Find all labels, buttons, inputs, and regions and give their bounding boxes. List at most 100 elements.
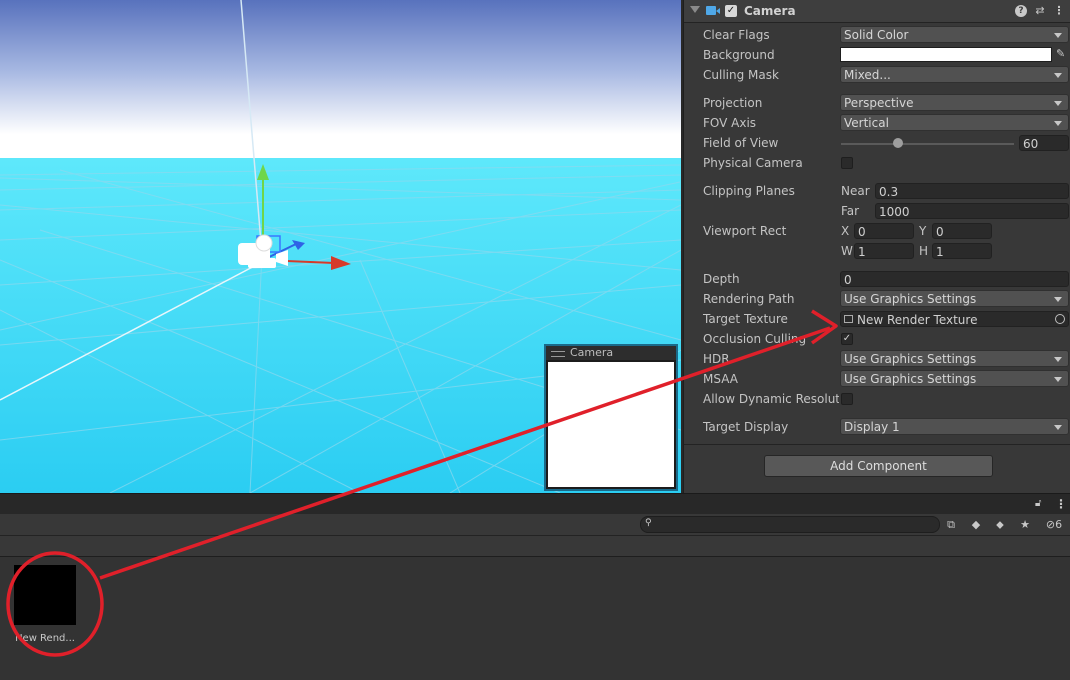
allow-dynamic-resolution-checkbox[interactable] [841, 393, 853, 405]
component-title: Camera [744, 4, 796, 18]
far-label: Far [841, 204, 860, 218]
preset-icon[interactable]: ⇄ [1034, 5, 1046, 17]
viewport-y-label: Y [919, 224, 927, 238]
projection-value: Perspective [844, 96, 914, 110]
clear-flags-label: Clear Flags [703, 28, 770, 42]
viewport-rect-label: Viewport Rect [703, 224, 787, 238]
msaa-dropdown[interactable]: Use Graphics Settings [840, 370, 1069, 387]
breadcrumb-bar [0, 536, 1070, 557]
culling-mask-label: Culling Mask [703, 68, 779, 82]
physical-camera-label: Physical Camera [703, 156, 803, 170]
clear-flags-dropdown[interactable]: Solid Color [840, 26, 1069, 43]
projection-label: Projection [703, 96, 763, 110]
near-clip-value: 0.3 [879, 185, 899, 199]
target-texture-label: Target Texture [703, 312, 788, 326]
depth-value: 0 [844, 273, 852, 287]
lock-icon[interactable]: 🔓︎ [1035, 498, 1045, 510]
far-clip-value: 1000 [879, 205, 910, 219]
background-color-field[interactable] [840, 47, 1052, 62]
clipping-planes-label: Clipping Planes [703, 184, 795, 198]
camera-preview-image [548, 362, 674, 487]
asset-grid[interactable]: New Rend... [0, 557, 1070, 680]
occlusion-culling-label: Occlusion Culling [703, 332, 807, 346]
depth-input[interactable]: 0 [840, 271, 1069, 287]
kebab-menu-icon[interactable]: ⋮ [1055, 497, 1067, 511]
eyedropper-icon[interactable]: ✎ [1056, 47, 1068, 61]
foldout-arrow-icon[interactable] [690, 6, 700, 13]
separator [684, 444, 1070, 445]
viewport-y-input[interactable]: 0 [932, 223, 992, 239]
hdr-dropdown[interactable]: Use Graphics Settings [840, 350, 1069, 367]
occlusion-culling-checkbox[interactable]: ✓ [841, 333, 853, 345]
target-texture-value: New Render Texture [857, 313, 978, 327]
msaa-value: Use Graphics Settings [844, 372, 977, 386]
sky [0, 0, 681, 158]
physical-camera-checkbox[interactable] [841, 157, 853, 169]
kebab-menu-icon[interactable]: ⋮ [1053, 5, 1065, 17]
add-component-button[interactable]: Add Component [764, 455, 993, 477]
camera-preview-window[interactable]: Camera [544, 344, 678, 491]
field-of-view-input[interactable]: 60 [1019, 135, 1069, 151]
viewport-h-label: H [919, 244, 929, 258]
depth-label: Depth [703, 272, 740, 286]
field-of-view-value: 60 [1023, 137, 1039, 151]
search-input[interactable]: ⚲ [640, 516, 940, 533]
asset-label[interactable]: New Rend... [6, 633, 84, 644]
filter-by-type-icon[interactable]: ◆ [966, 516, 986, 533]
render-texture-asset-thumbnail[interactable] [14, 565, 76, 625]
drag-handle-icon[interactable] [551, 351, 565, 357]
rendering-path-dropdown[interactable]: Use Graphics Settings [840, 290, 1069, 307]
viewport-h-input[interactable]: 1 [932, 243, 992, 259]
viewport-x-value: 0 [858, 225, 866, 239]
eye-slash-icon: ⊘ [1045, 518, 1056, 531]
viewport-w-value: 1 [858, 245, 866, 259]
target-display-value: Display 1 [844, 420, 900, 434]
viewport-x-label: X [841, 224, 850, 238]
filter-by-label-icon[interactable]: ⬥ [990, 516, 1010, 533]
rendering-path-value: Use Graphics Settings [844, 292, 977, 306]
msaa-label: MSAA [703, 372, 738, 386]
viewport-w-input[interactable]: 1 [854, 243, 914, 259]
background-label: Background [703, 48, 775, 62]
fov-axis-dropdown[interactable]: Vertical [840, 114, 1069, 131]
clear-flags-value: Solid Color [844, 28, 909, 42]
search-icon: ⚲ [645, 518, 652, 528]
component-enabled-checkbox[interactable]: ✓ [725, 5, 737, 17]
far-clip-input[interactable]: 1000 [875, 203, 1069, 219]
viewport-x-input[interactable]: 0 [854, 223, 914, 239]
viewport-w-label: W [841, 244, 853, 258]
project-panel: 🔓︎ ⋮ ⚲ ⧉ ◆ ⬥ ★ ⊘6 New Rend... [0, 493, 1070, 680]
allow-dynamic-resolution-label: Allow Dynamic Resolution [703, 392, 839, 406]
field-of-view-slider-thumb[interactable] [893, 138, 904, 148]
project-tab-bar: 🔓︎ ⋮ [0, 493, 1070, 515]
hdr-value: Use Graphics Settings [844, 352, 977, 366]
field-of-view-label: Field of View [703, 136, 779, 150]
scene-view[interactable]: Camera [0, 0, 681, 493]
field-of-view-slider-track[interactable] [841, 143, 1014, 145]
culling-mask-dropdown[interactable]: Mixed... [840, 66, 1069, 83]
camera-icon [706, 6, 720, 15]
viewport-h-value: 1 [936, 245, 944, 259]
near-clip-input[interactable]: 0.3 [875, 183, 1069, 199]
culling-mask-value: Mixed... [844, 68, 891, 82]
near-label: Near [841, 184, 870, 198]
projection-dropdown[interactable]: Perspective [840, 94, 1069, 111]
fov-axis-value: Vertical [844, 116, 889, 130]
target-texture-field[interactable]: New Render Texture [840, 311, 1069, 327]
render-texture-icon [844, 315, 853, 323]
camera-preview-title: Camera [570, 346, 614, 359]
camera-preview-titlebar[interactable]: Camera [546, 346, 676, 360]
search-by-type-icon[interactable]: ⧉ [941, 516, 961, 533]
camera-component-header[interactable]: ✓ Camera ? ⇄ ⋮ [684, 0, 1070, 23]
fov-axis-label: FOV Axis [703, 116, 757, 130]
hidden-count: 6 [1055, 518, 1063, 531]
hidden-packages-toggle[interactable]: ⊘6 [1040, 516, 1068, 533]
rendering-path-label: Rendering Path [703, 292, 795, 306]
hdr-label: HDR [703, 352, 730, 366]
inspector-panel: ✓ Camera ? ⇄ ⋮ Clear Flags Solid Color B… [683, 0, 1070, 493]
favorites-star-icon[interactable]: ★ [1015, 516, 1035, 533]
target-display-label: Target Display [703, 420, 789, 434]
help-icon[interactable]: ? [1015, 5, 1027, 17]
object-picker-icon[interactable] [1055, 314, 1065, 324]
target-display-dropdown[interactable]: Display 1 [840, 418, 1069, 435]
